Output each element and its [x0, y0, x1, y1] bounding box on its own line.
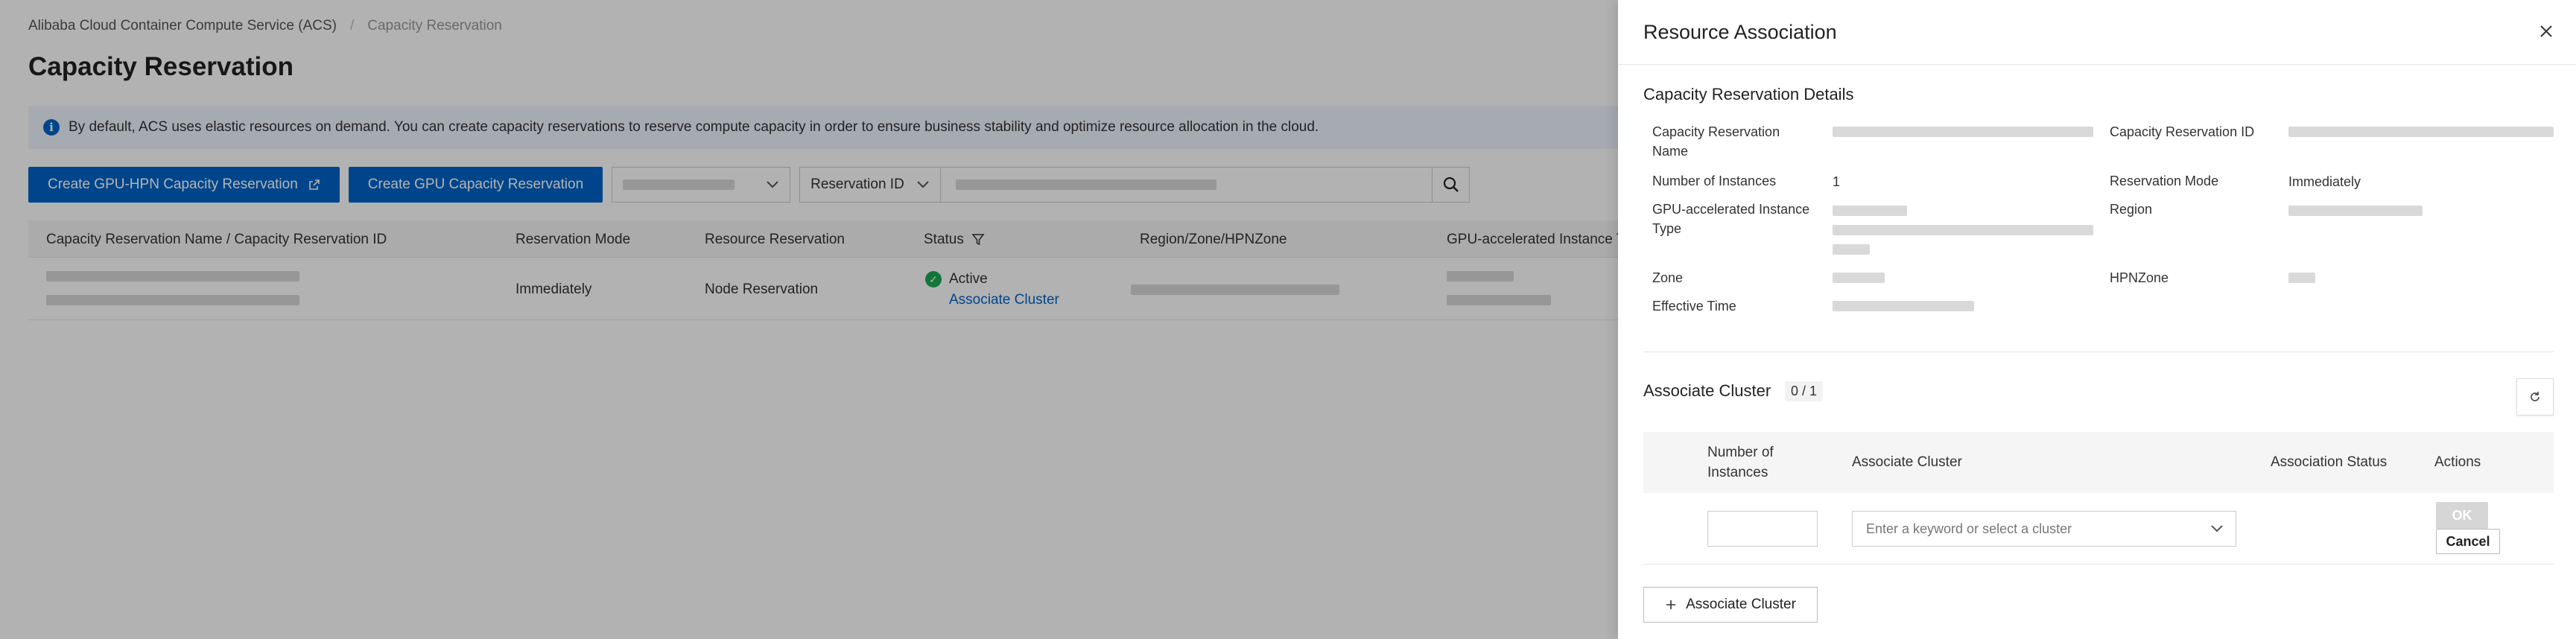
refresh-button[interactable] [2516, 378, 2554, 416]
chevron-down-icon [2211, 525, 2223, 532]
associate-cluster-title: Associate Cluster [1643, 381, 1771, 400]
blurred-value [2288, 206, 2423, 216]
details-section-title: Capacity Reservation Details [1643, 85, 1854, 104]
blurred-value [2288, 273, 2315, 283]
blurred-value [1833, 273, 1885, 283]
blurred-value [2288, 127, 2554, 137]
blurred-value [1833, 206, 1907, 216]
label-region: Region [2110, 202, 2153, 217]
association-count-badge: 0 / 1 [1785, 381, 1824, 401]
resource-association-drawer: Resource Association Capacity Reservatio… [1618, 0, 2576, 639]
label-reservation-name: Capacity Reservation Name [1652, 124, 1780, 159]
blurred-value [1833, 301, 1974, 311]
ok-button[interactable]: OK [2436, 502, 2488, 529]
cluster-select[interactable]: Enter a keyword or select a cluster [1852, 511, 2236, 547]
value-number-of-instances: 1 [1833, 174, 1841, 189]
refresh-icon [2531, 392, 2539, 401]
modal-overlay[interactable] [0, 0, 1618, 639]
drawer-title: Resource Association [1643, 21, 1837, 43]
value-reservation-mode: Immediately [2288, 174, 2361, 189]
label-reservation-mode: Reservation Mode [2110, 174, 2219, 188]
cluster-select-placeholder: Enter a keyword or select a cluster [1866, 521, 2072, 536]
number-of-instances-input[interactable] [1707, 511, 1818, 547]
column-header-cluster: Associate Cluster [1852, 454, 1962, 470]
label-effective-time: Effective Time [1652, 299, 1736, 314]
association-row: Enter a keyword or select a cluster OK C… [1643, 493, 2554, 565]
column-header-association-status: Association Status [2271, 454, 2388, 470]
column-header-actions: Actions [2434, 454, 2481, 470]
column-header-instances: Number of Instances [1707, 445, 1774, 480]
add-associate-cluster-label: Associate Cluster [1686, 597, 1796, 612]
label-reservation-id: Capacity Reservation ID [2110, 124, 2255, 139]
label-zone: Zone [1652, 270, 1684, 285]
label-gpu-instance-type: GPU-accelerated Instance Type [1652, 202, 1810, 236]
blurred-value [1833, 127, 2093, 137]
plus-icon [1666, 600, 1676, 609]
add-associate-cluster-button[interactable]: Associate Cluster [1643, 587, 1818, 623]
blurred-value [1833, 225, 2093, 235]
label-hpnzone: HPNZone [2110, 270, 2169, 285]
drawer-divider [1618, 64, 2576, 65]
blurred-value [1833, 244, 1870, 255]
cancel-button[interactable]: Cancel [2436, 529, 2500, 554]
label-number-of-instances: Number of Instances [1652, 174, 1777, 188]
close-icon[interactable] [2537, 22, 2555, 40]
association-table-header: Number of Instances Associate Cluster As… [1643, 432, 2554, 493]
